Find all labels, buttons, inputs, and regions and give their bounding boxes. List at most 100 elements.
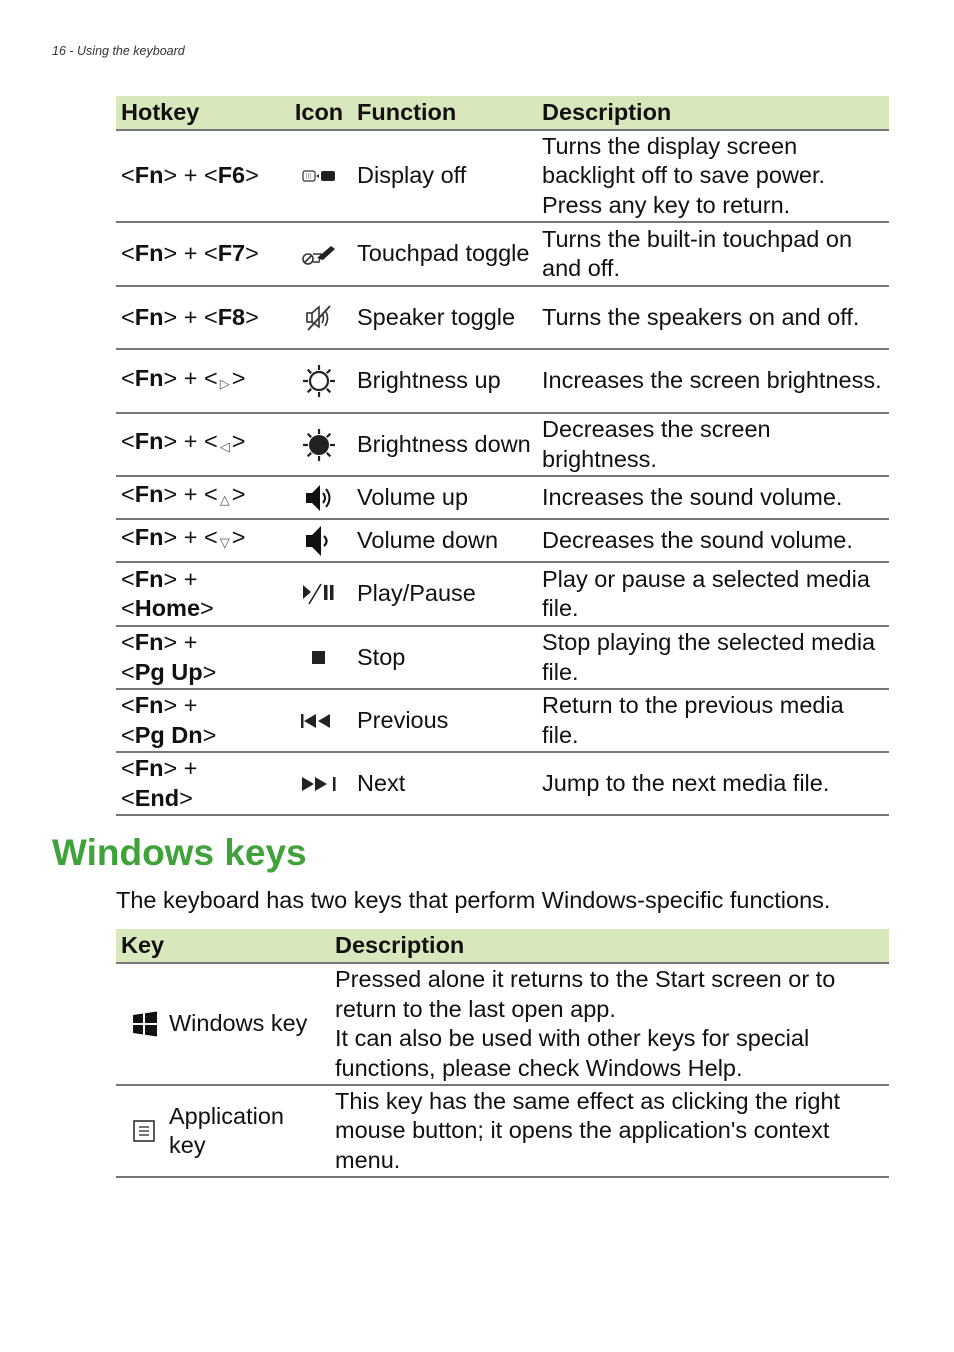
hotkey-text: Fn — [134, 755, 164, 781]
function-cell: Display off — [352, 130, 537, 223]
hotkey-text: > — [202, 721, 217, 748]
function-cell: Touchpad toggle — [352, 222, 537, 287]
hotkey-text: < — [121, 428, 135, 455]
display-off-icon — [286, 130, 352, 223]
hotkey-cell: <Fn> + <F7> — [116, 222, 286, 287]
hotkey-text: < — [121, 162, 135, 189]
hotkey-text: > + — [163, 755, 198, 781]
hotkey-text: > + < — [163, 162, 218, 189]
description-cell: Turns the built-in touchpad on and off. — [537, 222, 889, 287]
hotkey-cell: <Fn> + <End> — [116, 752, 286, 816]
section-intro: The keyboard has two keys that perform W… — [116, 887, 831, 913]
hotkey-row: <Fn> + < ▷> Brightness up Increases the scr… — [116, 349, 889, 414]
windows-logo-icon — [121, 1010, 169, 1038]
hotkey-cell: <Fn> + <Pg Up> — [116, 626, 286, 690]
hotkey-text: Fn — [134, 629, 164, 655]
hotkey-text: F6 — [217, 162, 246, 189]
hotkey-text: Fn — [134, 364, 164, 391]
volume-down-icon — [286, 519, 352, 563]
hotkey-row: <Fn> + <F7> Touchpad toggle Turns the buil… — [116, 222, 889, 287]
hotkey-text: > + — [163, 565, 198, 592]
hotkey-text: > + < — [163, 481, 218, 508]
hotkey-row: <Fn> + < ◁> Brightness down Decreases the s… — [116, 413, 889, 477]
hotkey-cell: <Fn> + < ◁> — [116, 413, 286, 477]
hotkey-text: > — [202, 658, 217, 685]
hotkey-cell: <Fn> + <F8> — [116, 286, 286, 350]
description-cell: This key has the same effect as clicking… — [330, 1085, 889, 1178]
hotkey-text: Fn — [134, 481, 164, 508]
touchpad-toggle-icon — [286, 222, 352, 287]
description-line: This key has the same effect as clicking… — [335, 1087, 841, 1173]
brightness-up-icon — [286, 349, 352, 414]
volume-up-icon — [286, 476, 352, 520]
hotkey-text: < — [121, 524, 135, 551]
hotkey-text: > — [245, 303, 259, 330]
description-cell: Pressed alone it returns to the Start sc… — [330, 963, 889, 1086]
hotkey-row: <Fn> + <Pg Up> Stop Stop playing the select… — [116, 626, 889, 690]
hotkey-cell: <Fn> + <Pg Dn> — [116, 689, 286, 753]
play-pause-icon — [286, 562, 352, 627]
hotkey-text: < — [121, 595, 135, 621]
function-cell: Next — [352, 752, 537, 816]
hotkey-row: <Fn> + <Home> Play/Pause Play or pause a se… — [116, 562, 889, 627]
hotkey-text: F8 — [217, 303, 246, 330]
hotkey-text: > + < — [163, 303, 218, 330]
key-cell: Windows key — [116, 963, 330, 1086]
hotkey-text: < — [121, 481, 135, 508]
function-cell: Speaker toggle — [352, 286, 537, 350]
key-name: Windows key — [169, 1010, 308, 1037]
page-header: 16 - Using the keyboard — [52, 44, 185, 58]
description-line: It can also be used with other keys for … — [335, 1025, 810, 1081]
description-line: Pressed alone it returns to the Start sc… — [335, 966, 836, 1022]
hotkey-text: > + — [163, 692, 198, 718]
hotkey-text: > + — [163, 629, 198, 655]
description-cell: Stop playing the selected media file. — [537, 626, 889, 690]
hotkey-text: > — [231, 428, 246, 455]
hotkey-text: < — [121, 629, 135, 655]
hotkey-table: Hotkey Icon Function Description <Fn> + … — [116, 96, 889, 816]
description-cell: Jump to the next media file. — [537, 752, 889, 816]
hotkey-text: > — [231, 364, 246, 391]
description-cell: Increases the screen brightness. — [537, 349, 889, 414]
arrow-key-glyph: △ — [219, 492, 230, 508]
hotkey-text: > + < — [163, 524, 218, 551]
function-cell: Play/Pause — [352, 562, 537, 627]
description-cell: Turns the speakers on and off. — [537, 286, 889, 350]
windows-keys-table: Key Description Windows key Pressed alone… — [116, 929, 889, 1178]
brightness-down-icon — [286, 413, 352, 477]
hotkey-row: <Fn> + <F6> Display off Turns the display … — [116, 130, 889, 223]
hotkey-text: > + < — [163, 428, 218, 455]
function-cell: Volume up — [352, 476, 537, 520]
description-cell: Play or pause a selected media file. — [537, 562, 889, 627]
hotkey-text: < — [121, 692, 135, 718]
function-cell: Brightness down — [352, 413, 537, 477]
hotkey-row: <Fn> + <Pg Dn> Previous Return to the previ… — [116, 689, 889, 753]
col-function: Function — [352, 96, 537, 131]
arrow-key-glyph: ◁ — [219, 439, 230, 455]
previous-icon — [286, 689, 352, 753]
col-icon: Icon — [286, 96, 352, 131]
arrow-key-glyph: ▷ — [219, 375, 230, 391]
hotkey-cell: <Fn> + < △> — [116, 476, 286, 520]
hotkey-text: Pg Dn — [134, 721, 203, 748]
hotkey-text: < — [121, 565, 135, 592]
hotkey-text: Fn — [134, 524, 164, 551]
stop-icon — [286, 626, 352, 690]
hotkey-text: < — [121, 240, 135, 267]
hotkey-text: > — [179, 784, 193, 811]
hotkey-text: Fn — [134, 565, 164, 592]
hotkey-cell: <Fn> + < ▽> — [116, 519, 286, 563]
hotkey-table-header: Hotkey Icon Function Description — [116, 96, 889, 131]
section-title: Windows keys — [52, 832, 307, 873]
hotkey-text: Fn — [134, 303, 164, 330]
hotkey-text: > + < — [163, 364, 218, 391]
hotkey-text: > — [245, 162, 259, 189]
hotkey-text: End — [134, 784, 180, 811]
col-hotkey: Hotkey — [116, 96, 286, 131]
hotkey-text: Fn — [134, 162, 164, 189]
hotkey-cell: <Fn> + <Home> — [116, 562, 286, 627]
hotkey-cell: <Fn> + <F6> — [116, 130, 286, 223]
hotkey-cell: <Fn> + < ▷> — [116, 349, 286, 414]
hotkey-text: > + < — [163, 240, 218, 267]
hotkey-text: Fn — [134, 692, 164, 718]
